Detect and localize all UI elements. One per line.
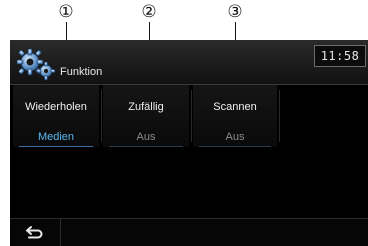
shuffle-value: Aus [136,131,156,143]
back-arrow-icon [26,226,43,239]
gear-icon [16,48,56,81]
scan-button[interactable]: Scannen Aus [193,85,277,147]
shuffle-button[interactable]: Zufällig Aus [103,85,189,147]
repeat-underline [19,146,93,147]
divider [191,90,192,142]
callout-1: ① [58,2,74,22]
repeat-label: Wiederholen [25,101,87,113]
shuffle-label: Zufällig [128,101,164,113]
repeat-value: Medien [37,131,75,143]
callout-2: ② [141,2,157,22]
scan-value: Aus [225,131,245,143]
scan-underline [199,146,271,147]
shuffle-underline [109,146,183,147]
footer-bar [10,218,368,246]
header-bar: Funktion 11:58 [10,40,368,85]
page-title: Funktion [60,66,103,78]
scan-label: Scannen [213,101,257,113]
divider [101,90,102,142]
device-screen: Funktion 11:58 Wiederholen Medien Zufäll… [10,40,368,246]
callout-3: ③ [227,2,243,22]
clock-display: 11:58 [314,45,366,67]
divider [279,90,280,142]
repeat-button[interactable]: Wiederholen Medien [13,85,99,147]
back-button[interactable] [10,219,61,246]
